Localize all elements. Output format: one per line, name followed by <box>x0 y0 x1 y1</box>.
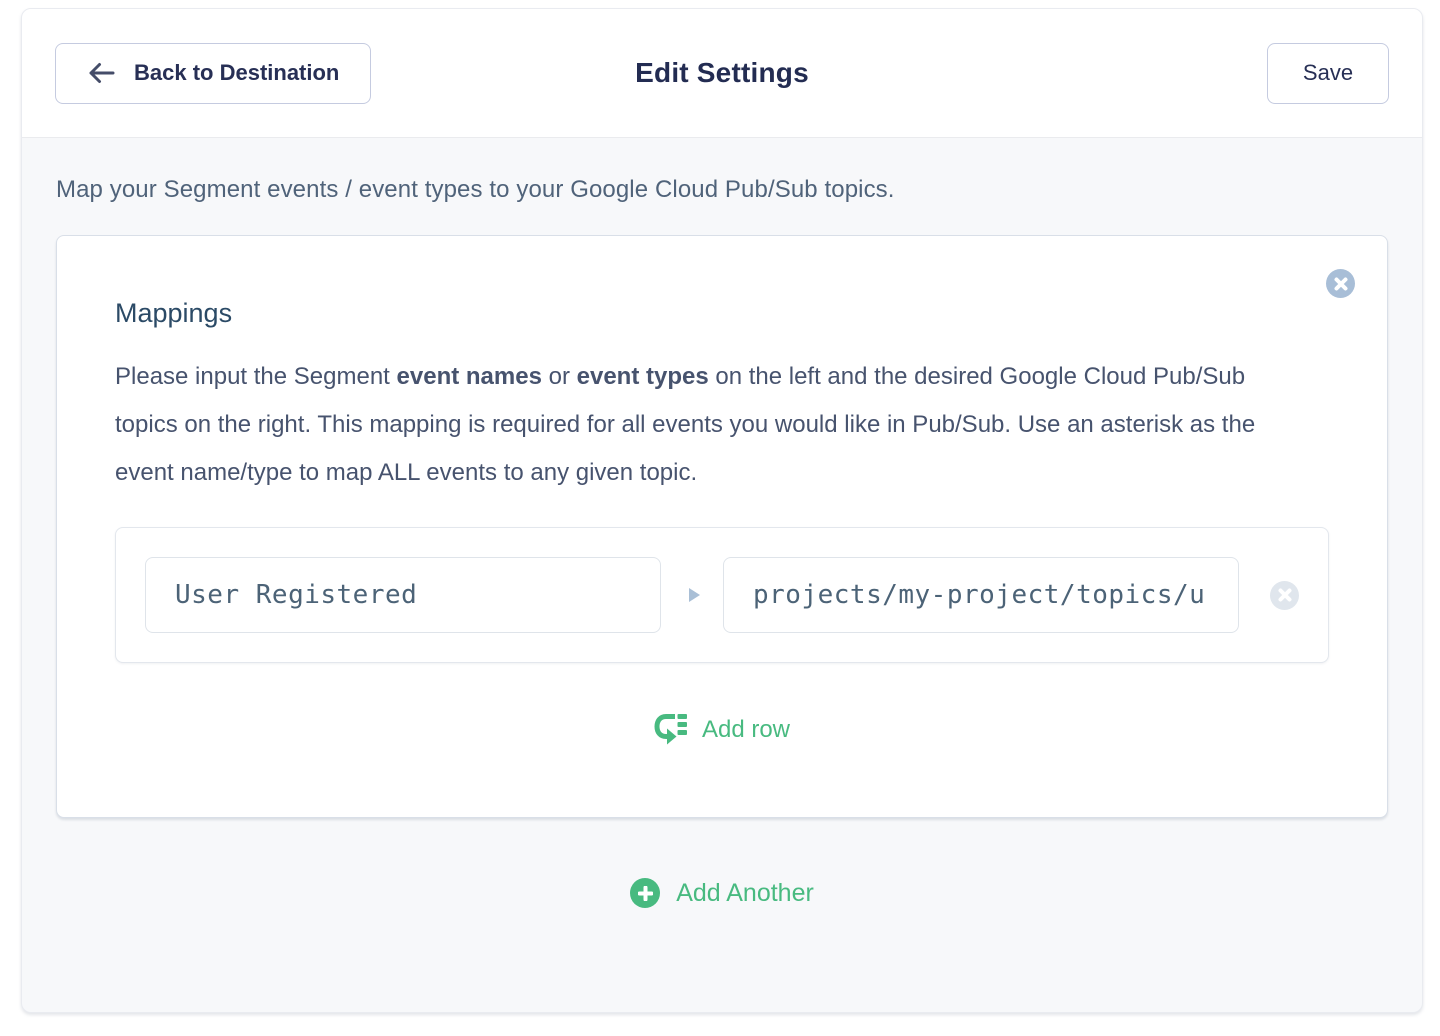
topic-input[interactable] <box>723 557 1239 633</box>
back-button-label: Back to Destination <box>134 60 339 86</box>
arrow-right-icon <box>689 588 700 602</box>
intro-text: Map your Segment events / event types to… <box>56 176 1388 204</box>
add-another-button[interactable]: Add Another <box>630 878 814 908</box>
mapping-row <box>115 527 1329 663</box>
add-row-icon <box>654 713 687 747</box>
panel-body: Map your Segment events / event types to… <box>22 138 1422 908</box>
event-name-input[interactable] <box>145 557 661 633</box>
plus-icon <box>630 878 660 908</box>
description-bold-event-types: event types <box>577 363 709 390</box>
mappings-card: Mappings Please input the Segment event … <box>56 235 1388 818</box>
description-bold-event-names: event names <box>397 363 542 390</box>
card-remove-button[interactable] <box>1326 269 1355 298</box>
row-remove-button[interactable] <box>1270 581 1299 610</box>
settings-panel: Back to Destination Edit Settings Save M… <box>21 8 1423 1013</box>
back-arrow-icon <box>87 61 116 85</box>
card-title: Mappings <box>115 298 1329 329</box>
close-icon <box>1278 588 1292 602</box>
header-bar: Back to Destination Edit Settings Save <box>22 9 1422 138</box>
back-to-destination-button[interactable]: Back to Destination <box>55 43 371 104</box>
close-icon <box>1334 277 1348 291</box>
add-another-label: Add Another <box>676 879 814 908</box>
add-row-button[interactable]: Add row <box>654 713 790 747</box>
card-description: Please input the Segment event names or … <box>115 353 1285 497</box>
save-button[interactable]: Save <box>1267 43 1389 104</box>
add-row-label: Add row <box>702 716 790 744</box>
